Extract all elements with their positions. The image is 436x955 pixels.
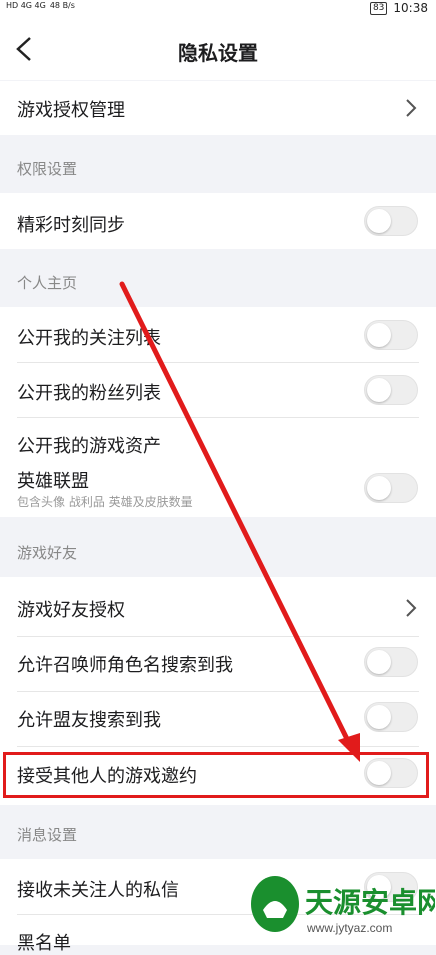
section-header: 消息设置 [0, 805, 436, 859]
signal-indicator: HD 4G 4G [6, 1, 46, 10]
row-label: 公开我的关注列表 [17, 328, 161, 349]
row-label: 公开我的游戏资产 [17, 436, 161, 457]
svg-text:天源安卓网: 天源安卓网 [305, 887, 435, 918]
toggle-switch[interactable] [364, 702, 418, 732]
toggle-knob [367, 378, 391, 402]
chevron-right-icon [406, 99, 417, 117]
row-label: 允许盟友搜索到我 [17, 710, 161, 731]
chevron-right-icon[interactable] [404, 598, 418, 618]
page-title: 隐私设置 [178, 41, 258, 65]
section-header: 游戏好友 [0, 517, 436, 577]
toggle-knob [367, 476, 391, 500]
divider [17, 636, 419, 637]
section-label: 消息设置 [17, 826, 78, 844]
row-label: 游戏好友授权 [17, 600, 125, 621]
row-label: 英雄联盟 [17, 471, 89, 492]
battery-indicator: 83 [369, 1, 388, 15]
status-bar: HD 4G 4G 48 B/s 83 10:38 [0, 0, 436, 18]
row-sublabel: 包含头像 战利品 英雄及皮肤数量 [17, 495, 193, 509]
net-speed: 48 B/s [49, 1, 75, 10]
section-label: 个人主页 [17, 274, 78, 292]
section-label: 权限设置 [17, 160, 78, 178]
clock: 10:38 [393, 1, 428, 15]
section-label: 游戏好友 [17, 544, 78, 562]
divider [17, 417, 419, 418]
row-label[interactable]: 黑名单 [17, 929, 71, 955]
toggle-knob [367, 323, 391, 347]
row-highlight-sync: 精彩时刻同步 [0, 193, 436, 249]
toggle-switch[interactable] [364, 758, 418, 788]
toggle-switch[interactable] [364, 320, 418, 350]
nav-bar: 隐私设置 [0, 18, 436, 80]
toggle-knob [367, 209, 391, 233]
friends-group: 游戏好友授权 允许召唤师角色名搜索到我 允许盟友搜索到我 接受其他人的游戏邀约 [0, 577, 436, 805]
divider [17, 691, 419, 692]
watermark-logo: 天源安卓网 www.jytyaz.com [245, 870, 436, 945]
toggle-knob [367, 761, 391, 785]
toggle-knob [367, 650, 391, 674]
row-label: 接收未关注人的私信 [17, 880, 179, 901]
row-label: 公开我的粉丝列表 [17, 383, 161, 404]
toggle-knob [367, 705, 391, 729]
row-game-auth[interactable]: 游戏授权管理 [0, 81, 436, 135]
toggle-switch[interactable] [364, 473, 418, 503]
row-label: 精彩时刻同步 [17, 215, 125, 236]
section-header: 权限设置 [0, 135, 436, 193]
row-label: 接受其他人的游戏邀约 [17, 766, 197, 787]
divider [17, 362, 419, 363]
svg-text:www.jytyaz.com: www.jytyaz.com [306, 921, 392, 935]
toggle-switch[interactable] [364, 375, 418, 405]
divider [17, 746, 419, 747]
toggle-switch[interactable] [364, 206, 418, 236]
section-header: 个人主页 [0, 249, 436, 307]
row-label: 游戏授权管理 [17, 100, 125, 121]
toggle-switch[interactable] [364, 647, 418, 677]
profile-group: 公开我的关注列表 公开我的粉丝列表 公开我的游戏资产 英雄联盟 包含头像 战利品… [0, 307, 436, 517]
row-label: 允许召唤师角色名搜索到我 [17, 655, 233, 676]
